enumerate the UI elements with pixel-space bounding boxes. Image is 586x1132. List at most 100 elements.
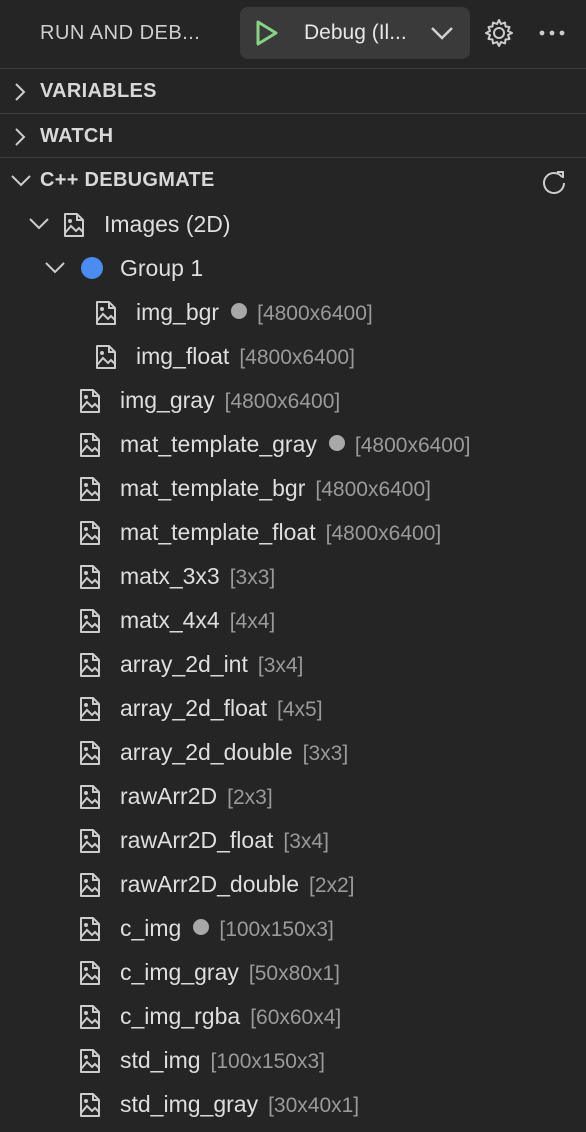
image-item[interactable]: array_2d_int [3x4] <box>0 641 586 685</box>
image-name: img_float [4800x6400] <box>136 343 355 369</box>
image-name: std_img [100x150x3] <box>120 1047 325 1073</box>
image-item[interactable]: std_img_gray [30x40x1] <box>0 1081 586 1125</box>
tree-group[interactable]: Group 1 <box>0 245 586 289</box>
image-name: c_img_rgba [60x60x4] <box>120 1003 342 1029</box>
image-icon <box>96 301 116 325</box>
image-dimensions: [2x3] <box>227 786 273 809</box>
image-item[interactable]: mat_template_bgr [4800x6400] <box>0 465 586 509</box>
image-icon <box>64 213 84 237</box>
image-icon <box>80 433 100 457</box>
image-icon <box>80 653 100 677</box>
section-title: C++ DEBUGMATE <box>40 169 215 191</box>
watch-indicator-dot <box>193 919 210 935</box>
image-dimensions: [4x5] <box>277 698 323 721</box>
section-variables[interactable]: VARIABLES <box>0 68 586 113</box>
start-debugging-icon[interactable] <box>252 19 280 47</box>
image-dimensions: [4800x6400] <box>257 302 373 325</box>
image-dimensions: [100x150x3] <box>210 1050 325 1073</box>
image-name: std_img_gray [30x40x1] <box>120 1091 360 1117</box>
image-name: matx_4x4 [4x4] <box>120 607 276 633</box>
image-name: mat_template_float [4800x6400] <box>120 519 442 545</box>
image-item[interactable]: rawArr2D_float [3x4] <box>0 817 586 861</box>
image-icon <box>80 565 100 589</box>
image-icon <box>80 1093 100 1117</box>
image-item[interactable]: img_bgr [4800x6400] <box>0 289 586 333</box>
image-name: matx_3x3 [3x3] <box>120 563 276 589</box>
run-debug-header: RUN AND DEB... Debug (Il... <box>0 0 586 68</box>
debug-config-label: Debug (Il... <box>304 21 407 44</box>
image-dimensions: [4800x6400] <box>239 346 355 369</box>
image-icon <box>80 1005 100 1029</box>
image-item[interactable]: rawArr2D_double [2x2] <box>0 861 586 905</box>
image-dimensions: [60x60x4] <box>250 1006 342 1029</box>
image-name: array_2d_int [3x4] <box>120 651 304 677</box>
section-title: WATCH <box>40 125 114 147</box>
gear-icon[interactable] <box>484 18 514 48</box>
image-item[interactable]: array_2d_float [4x5] <box>0 685 586 729</box>
image-name: c_img [100x150x3] <box>120 915 334 941</box>
chevron-right-icon <box>15 83 26 101</box>
section-debugmate[interactable]: C++ DEBUGMATE <box>0 157 586 202</box>
image-item[interactable]: array_2d_double [3x3] <box>0 729 586 773</box>
chevron-down-icon <box>11 175 31 187</box>
tree-root-images[interactable]: Images (2D) <box>0 201 586 245</box>
image-icon <box>80 785 100 809</box>
image-item[interactable]: c_img_gray [50x80x1] <box>0 949 586 993</box>
image-icon <box>80 829 100 853</box>
chevron-right-icon <box>15 128 26 146</box>
image-dimensions: [4800x6400] <box>354 434 471 457</box>
image-icon <box>80 1049 100 1073</box>
watch-indicator-dot <box>231 303 248 319</box>
image-icon <box>80 697 100 721</box>
image-item[interactable]: matx_3x3 [3x3] <box>0 553 586 597</box>
chevron-down-icon[interactable] <box>44 258 66 278</box>
image-dimensions: [100x150x3] <box>219 918 334 941</box>
image-dimensions: [4800x6400] <box>315 478 431 501</box>
debug-config-dropdown[interactable]: Debug (Il... <box>240 7 470 59</box>
image-name: mat_template_bgr [4800x6400] <box>120 475 431 501</box>
image-item[interactable]: img_gray [4800x6400] <box>0 377 586 421</box>
tree-root-label: Images (2D) <box>104 211 231 237</box>
section-watch[interactable]: WATCH <box>0 113 586 158</box>
image-icon <box>80 873 100 897</box>
image-item[interactable]: matx_4x4 [4x4] <box>0 597 586 641</box>
image-dimensions: [3x4] <box>283 830 329 853</box>
image-icon <box>80 521 100 545</box>
image-icon <box>96 345 116 369</box>
image-dimensions: [30x40x1] <box>268 1094 360 1117</box>
image-item[interactable]: c_img [100x150x3] <box>0 905 586 949</box>
image-name: array_2d_double [3x3] <box>120 739 349 765</box>
image-name: mat_template_gray [4800x6400] <box>120 431 471 457</box>
image-dimensions: [4800x6400] <box>325 522 442 545</box>
image-item[interactable]: std_img [100x150x3] <box>0 1037 586 1081</box>
image-icon <box>80 961 100 985</box>
image-icon <box>80 609 100 633</box>
image-item[interactable]: c_img_rgba [60x60x4] <box>0 993 586 1037</box>
group-label: Group 1 <box>120 255 204 281</box>
image-name: rawArr2D_double [2x2] <box>120 871 355 897</box>
image-item[interactable]: mat_template_float [4800x6400] <box>0 509 586 553</box>
chevron-down-icon[interactable] <box>28 214 50 234</box>
image-name: img_gray [4800x6400] <box>120 387 341 413</box>
image-dimensions: [2x2] <box>308 874 355 897</box>
image-item[interactable]: rawArr2D [2x3] <box>0 773 586 817</box>
more-actions-icon[interactable] <box>538 18 566 48</box>
refresh-icon[interactable] <box>540 168 568 196</box>
image-dimensions: [3x4] <box>257 654 304 677</box>
image-name: c_img_gray [50x80x1] <box>120 959 340 985</box>
image-dimensions: [3x3] <box>229 566 276 589</box>
chevron-down-icon <box>431 27 453 40</box>
image-name: img_bgr [4800x6400] <box>136 299 373 325</box>
image-name: rawArr2D [2x3] <box>120 783 273 809</box>
image-dimensions: [4800x6400] <box>224 390 341 413</box>
section-title: VARIABLES <box>40 80 157 102</box>
view-title: RUN AND DEB... <box>40 22 201 44</box>
image-name: array_2d_float [4x5] <box>120 695 323 721</box>
image-name: rawArr2D_float [3x4] <box>120 827 329 853</box>
image-item[interactable]: img_float [4800x6400] <box>0 333 586 377</box>
image-icon <box>80 477 100 501</box>
image-item[interactable]: mat_template_gray [4800x6400] <box>0 421 586 465</box>
image-dimensions: [4x4] <box>229 610 276 633</box>
group-color-dot <box>81 257 103 279</box>
image-icon <box>80 917 100 941</box>
